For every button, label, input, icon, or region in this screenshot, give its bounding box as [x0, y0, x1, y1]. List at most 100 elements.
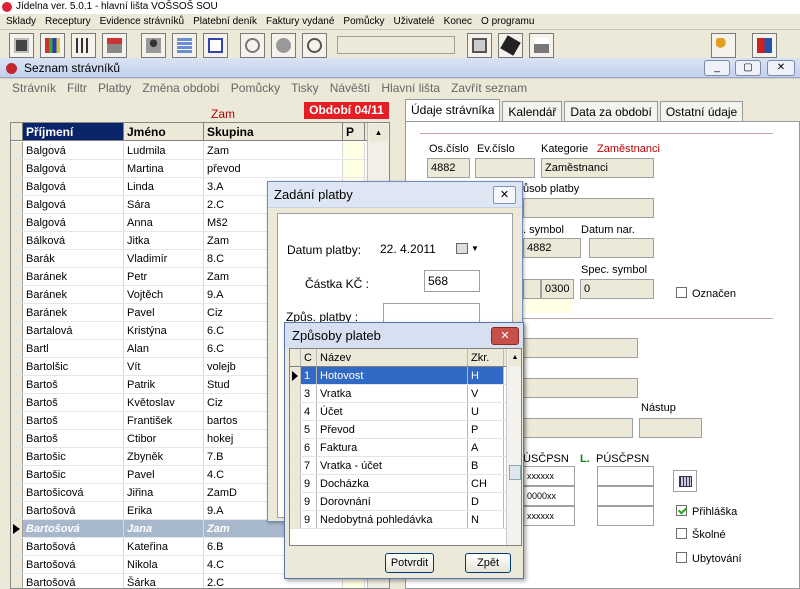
menu-stravnik[interactable]: Strávník [12, 79, 56, 98]
list-item[interactable]: 4 Účet U [290, 403, 521, 421]
minimize-button[interactable]: _ [704, 60, 730, 76]
account-field-1[interactable]: xxxxxx [523, 466, 575, 486]
pm-scroll-thumb[interactable] [509, 465, 521, 480]
books-button[interactable] [40, 33, 65, 58]
table-row[interactable]: Balgová Martina převod [11, 160, 389, 178]
account-field-2[interactable]: 0000xx [523, 486, 575, 506]
ev-cislo-field[interactable] [475, 158, 535, 178]
list-item[interactable]: 9 Nedobytná pohledávka N [290, 511, 521, 529]
list-item[interactable]: 5 Převod P [290, 421, 521, 439]
confirm-button[interactable]: Potvrdit [385, 553, 434, 573]
datum-platby-field[interactable]: 22. 4.2011 ▼ [370, 239, 488, 259]
menu-zavrit-seznam[interactable]: Zavřít seznam [451, 79, 527, 98]
browser-button[interactable] [240, 33, 265, 58]
menu-pomucky[interactable]: Pomůcky [343, 14, 384, 29]
card-reader-button[interactable] [467, 33, 492, 58]
col-prijmeni[interactable]: Příjmení [23, 123, 124, 140]
pm-scroll-up-button[interactable]: ▲ [508, 350, 521, 366]
calculator-button[interactable] [172, 33, 197, 58]
row-indicator [11, 520, 23, 537]
menu-uzivatele[interactable]: Uživatelé [394, 14, 435, 29]
menu-pomucky-2[interactable]: Pomůcky [231, 79, 280, 98]
zpusob-platby-label: ůsob platby [523, 183, 580, 195]
menu-konec[interactable]: Konec [444, 14, 472, 29]
address-field-2[interactable] [523, 378, 638, 398]
exit-button[interactable] [752, 33, 777, 58]
menu-naveshti[interactable]: Návěští [330, 79, 371, 98]
scroll-up-button[interactable]: ▲ [369, 124, 388, 142]
payment-methods-close-button[interactable]: ✕ [491, 327, 519, 345]
address-field-3[interactable] [523, 418, 633, 438]
list-item[interactable]: 6 Faktura A [290, 439, 521, 457]
menu-faktury[interactable]: Faktury vydané [266, 14, 334, 29]
menu-receptury[interactable]: Receptury [45, 14, 91, 29]
account-field-3[interactable]: xxxxxx [523, 506, 575, 526]
address-field-1[interactable] [523, 338, 638, 358]
payment-dialog-close-button[interactable]: ✕ [493, 186, 516, 204]
list-item[interactable]: 9 Docházka CH [290, 475, 521, 493]
menu-platby[interactable]: Platby [98, 79, 131, 98]
pusc-field-3[interactable] [597, 506, 654, 526]
register-button[interactable] [102, 33, 127, 58]
tab-kalendar[interactable]: Kalendář [502, 101, 563, 121]
list-item[interactable]: 7 Vratka - účet B [290, 457, 521, 475]
castka-field[interactable]: 568 [424, 270, 480, 292]
restore-button[interactable]: ▢ [735, 60, 761, 76]
menu-tisky[interactable]: Tisky [291, 79, 319, 98]
spec-symbol-field[interactable]: 0 [580, 279, 654, 299]
cell-jmeno: Šárka [124, 574, 204, 588]
pusc-field-2[interactable] [597, 486, 654, 506]
pusc-field-1[interactable] [597, 466, 654, 486]
payment-methods-scrollbar[interactable]: ▲ [506, 349, 521, 545]
bank-field[interactable] [523, 279, 541, 299]
printer-button[interactable] [529, 33, 554, 58]
person-button[interactable] [141, 33, 166, 58]
close-window-button[interactable]: ✕ [767, 60, 795, 76]
cell-prijmeni: Barák [23, 250, 124, 267]
pm-col-nazev[interactable]: Název [317, 349, 468, 366]
menu-evidence[interactable]: Evidence strávníků [100, 14, 185, 29]
satellite-button[interactable] [271, 33, 296, 58]
tab-data-za-obdobi[interactable]: Data za období [564, 101, 658, 121]
prihlaska-checkbox[interactable]: Přihláška [676, 505, 737, 518]
col-jmeno[interactable]: Jméno [124, 123, 204, 140]
tools-button[interactable] [71, 33, 96, 58]
terminal-button[interactable] [203, 33, 228, 58]
os-cislo-field[interactable]: 4882 [427, 158, 470, 178]
list-item[interactable]: 3 Vratka V [290, 385, 521, 403]
datum-nar-field[interactable] [589, 238, 654, 258]
menu-filtr[interactable]: Filtr [67, 79, 87, 98]
menu-platebni-denik[interactable]: Platební deník [193, 14, 257, 29]
pm-col-c[interactable]: C [301, 349, 317, 366]
satellite-dish-button[interactable] [302, 33, 327, 58]
chip-card-button[interactable] [498, 33, 523, 58]
key-button[interactable] [711, 33, 736, 58]
ubytovani-checkbox[interactable]: Ubytování [676, 552, 742, 565]
menu-sklady[interactable]: Sklady [6, 14, 36, 29]
var-symbol-field[interactable]: 4882 [523, 238, 581, 258]
pm-col-zkr[interactable]: Zkr. [468, 349, 504, 366]
col-p[interactable]: P [343, 123, 365, 140]
tab-udaje-stravnika[interactable]: Údaje strávníka [405, 99, 501, 121]
menu-o-programu[interactable]: O programu [481, 14, 534, 29]
chevron-down-icon[interactable]: ▼ [471, 239, 479, 259]
payment-methods-grid[interactable]: C Název Zkr. 1 Hotovost H 3 Vratka V 4 Účet U 5 Př… [289, 348, 522, 546]
menu-zmena-obdobi[interactable]: Změna období [142, 79, 219, 98]
menu-hlavni-lista[interactable]: Hlavní lišta [381, 79, 440, 98]
zpusob-platby-field[interactable] [523, 198, 654, 218]
pm-cell-nazev: Převod [317, 421, 468, 438]
list-item[interactable]: 1 Hotovost H [290, 367, 521, 385]
table-row[interactable]: Balgová Ludmila Zam [11, 142, 389, 160]
list-item[interactable]: 9 Dorovnání D [290, 493, 521, 511]
tab-ostatni-udaje[interactable]: Ostatní údaje [659, 101, 744, 121]
skolne-checkbox[interactable]: Školné [676, 528, 726, 541]
back-button[interactable]: Zpět [465, 553, 511, 573]
oznacen-checkbox[interactable]: Označen [676, 287, 736, 300]
calendar-button[interactable] [673, 470, 697, 492]
calendar-picker-icon[interactable] [456, 243, 468, 254]
warehouse-button[interactable] [9, 33, 34, 58]
bank-code-field[interactable]: 0300 [541, 279, 574, 299]
col-skupina[interactable]: Skupina [204, 123, 343, 140]
kategorie-field[interactable]: Zaměstnanci [541, 158, 654, 178]
nastup-field[interactable] [639, 418, 702, 438]
